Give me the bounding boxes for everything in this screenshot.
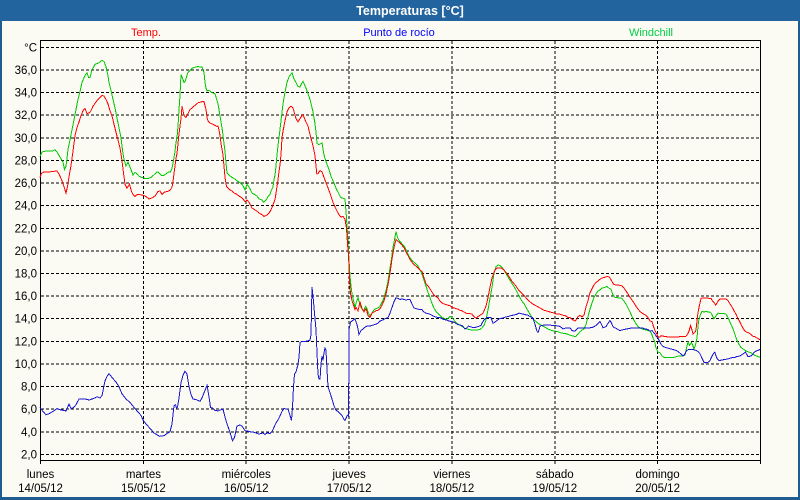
svg-text:17/05/12: 17/05/12 xyxy=(327,483,372,495)
svg-text:viernes: viernes xyxy=(433,469,470,481)
svg-text:30,0: 30,0 xyxy=(15,133,37,145)
svg-text:martes: martes xyxy=(126,469,161,481)
svg-text:20,0: 20,0 xyxy=(15,246,37,258)
svg-text:24,0: 24,0 xyxy=(15,201,37,213)
svg-text:domingo: domingo xyxy=(636,469,680,481)
svg-text:16,0: 16,0 xyxy=(15,291,37,303)
svg-text:Windchill: Windchill xyxy=(629,27,673,39)
svg-text:36,0: 36,0 xyxy=(15,65,37,77)
svg-text:34,0: 34,0 xyxy=(15,88,37,100)
svg-text:2,0: 2,0 xyxy=(21,449,37,461)
svg-text:32,0: 32,0 xyxy=(15,110,37,122)
svg-text:18/05/12: 18/05/12 xyxy=(430,483,475,495)
svg-text:15/05/12: 15/05/12 xyxy=(121,483,166,495)
svg-text:14/05/12: 14/05/12 xyxy=(18,483,63,495)
svg-text:Temp.: Temp. xyxy=(131,27,161,39)
svg-text:8,0: 8,0 xyxy=(21,382,37,394)
svg-text:sábado: sábado xyxy=(536,469,574,481)
svg-text:28,0: 28,0 xyxy=(15,156,37,168)
svg-text:22,0: 22,0 xyxy=(15,223,37,235)
svg-text:18,0: 18,0 xyxy=(15,269,37,281)
svg-text:14,0: 14,0 xyxy=(15,314,37,326)
svg-text:10,0: 10,0 xyxy=(15,359,37,371)
svg-text:Punto de rocío: Punto de rocío xyxy=(363,27,435,39)
svg-text:4,0: 4,0 xyxy=(21,427,37,439)
svg-text:lunes: lunes xyxy=(27,469,55,481)
svg-text:16/05/12: 16/05/12 xyxy=(224,483,269,495)
svg-text:19/05/12: 19/05/12 xyxy=(532,483,577,495)
svg-text:26,0: 26,0 xyxy=(15,178,37,190)
svg-text:Temperaturas [°C]: Temperaturas [°C] xyxy=(356,4,464,18)
svg-text:jueves: jueves xyxy=(331,469,365,481)
svg-text:20/05/12: 20/05/12 xyxy=(635,483,680,495)
svg-text:12,0: 12,0 xyxy=(15,336,37,348)
svg-text:6,0: 6,0 xyxy=(21,404,37,416)
svg-text:°C: °C xyxy=(24,42,37,54)
svg-text:miércoles: miércoles xyxy=(222,469,271,481)
